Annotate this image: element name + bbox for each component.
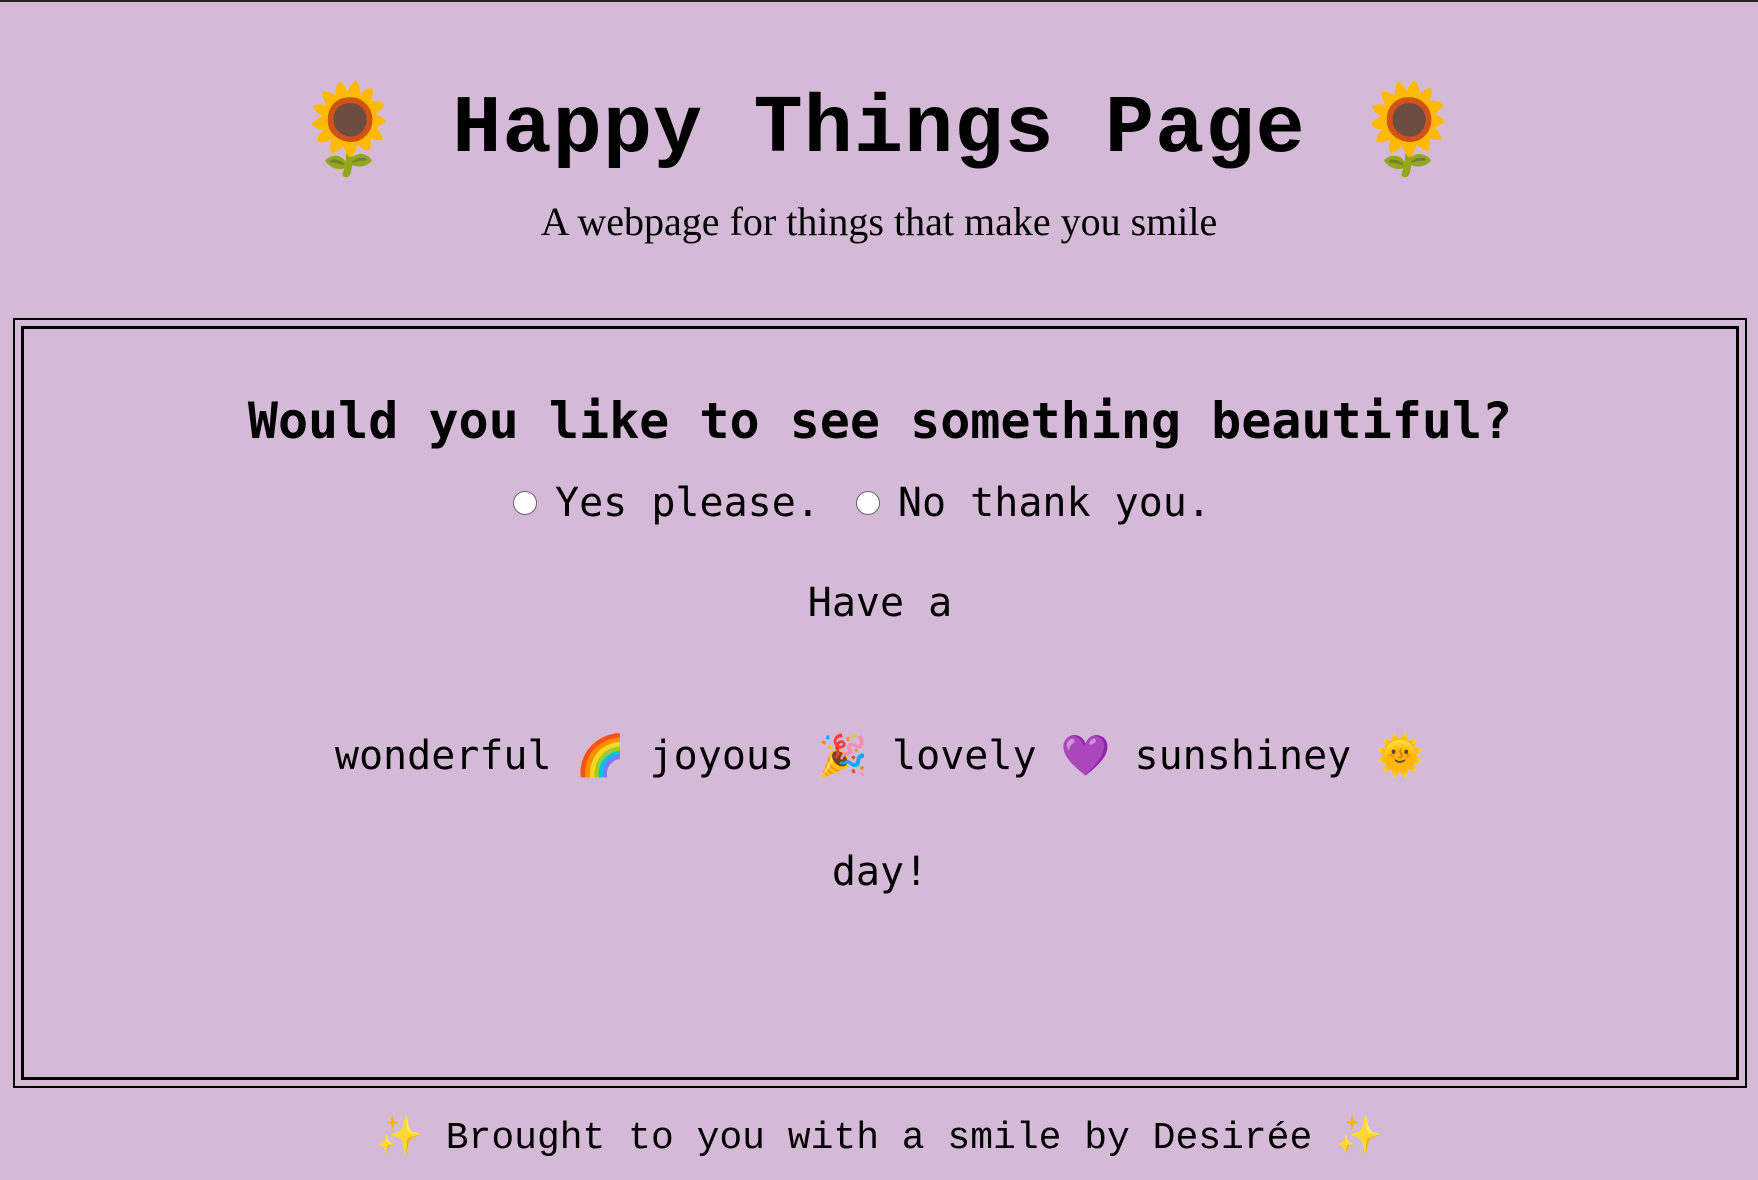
yes-radio[interactable] (513, 491, 537, 515)
answer-radio-group: Yes please. No thank you. (24, 480, 1736, 526)
no-radio-label[interactable]: No thank you. (898, 480, 1211, 526)
no-radio[interactable] (855, 491, 880, 515)
question-heading: Would you like to see something beautifu… (247, 392, 1513, 450)
page-subtitle: A webpage for things that make you smile (540, 199, 1218, 244)
sunflower-icon: 🌻 (1353, 77, 1464, 180)
content-frame: Would you like to see something beautifu… (13, 318, 1747, 1088)
message-adjectives: wonderful 🌈 joyous 🎉 lovely 💜 sunshiney … (334, 733, 1426, 779)
content-frame-inner: Would you like to see something beautifu… (21, 326, 1739, 1080)
title-row: 🌻 Happy Things Page 🌻 (0, 64, 1758, 194)
page-title: Happy Things Page (452, 82, 1306, 176)
message-line-3: day! (831, 849, 929, 895)
footer-credit: ✨ Brought to you with a smile by Desirée… (375, 1117, 1383, 1160)
page-header: 🌻 Happy Things Page 🌻 A webpage for thin… (0, 64, 1758, 245)
yes-radio-label[interactable]: Yes please. (555, 480, 820, 526)
message-line-1: Have a (807, 580, 953, 626)
sunflower-icon: 🌻 (294, 77, 405, 180)
